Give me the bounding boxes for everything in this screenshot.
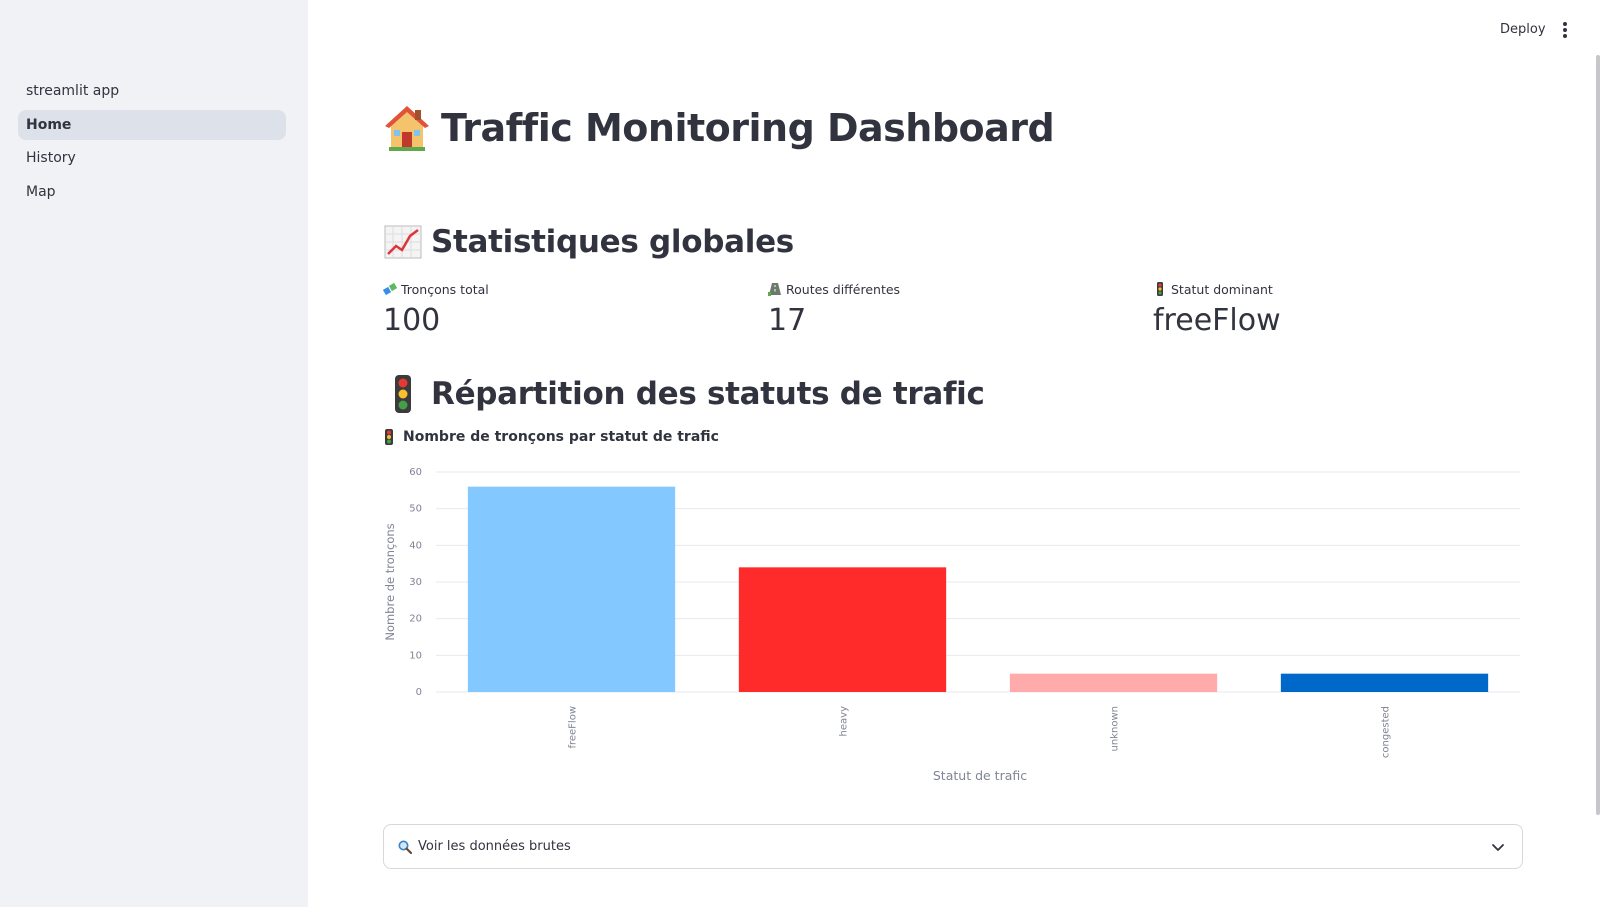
y-axis-label: Nombre de tronçons (383, 523, 397, 640)
metric-troncons-total: Tronçons total 100 (383, 281, 489, 338)
house-emoji-icon (385, 106, 429, 151)
metric-routes-differentes: Routes différentes 17 (768, 281, 900, 338)
y-tick-label: 10 (409, 650, 422, 661)
traffic-light-icon (395, 375, 411, 413)
deploy-button[interactable]: Deploy (1500, 22, 1546, 37)
chart-subtitle-row: Nombre de tronçons par statut de trafic (383, 429, 719, 445)
sidebar: streamlit app Home History Map (0, 0, 308, 907)
bar-unknown[interactable] (1009, 673, 1218, 692)
raw-data-expander[interactable]: Voir les données brutes (383, 824, 1523, 869)
sidebar-item-map[interactable]: Map (18, 177, 286, 207)
y-tick-label: 0 (416, 687, 422, 698)
stats-heading-row: Statistiques globales (383, 222, 794, 262)
expander-label: Voir les données brutes (418, 839, 571, 854)
metric-statut-dominant: Statut dominant freeFlow (1153, 281, 1281, 339)
x-tick-label: freeFlow (568, 706, 579, 749)
x-tick-label: congested (1381, 706, 1392, 758)
y-tick-label: 40 (409, 540, 422, 551)
y-tick-label: 50 (409, 504, 422, 515)
distribution-heading: Répartition des statuts de trafic (431, 376, 985, 412)
metric-label: Statut dominant (1171, 281, 1273, 297)
x-tick-label: heavy (839, 706, 850, 737)
x-axis-label: Statut de trafic (933, 768, 1027, 783)
sidebar-item-home[interactable]: Home (18, 109, 286, 140)
sidebar-item-history[interactable]: History (18, 143, 286, 173)
bar-freeFlow[interactable] (467, 486, 676, 692)
distribution-heading-row: Répartition des statuts de trafic (383, 374, 985, 414)
page-title-row: Traffic Monitoring Dashboard (383, 104, 1055, 152)
chart-subtitle: Nombre de tronçons par statut de trafic (403, 429, 719, 445)
metric-value: 100 (383, 303, 441, 338)
y-tick-label: 60 (409, 467, 422, 478)
sidebar-nav: streamlit app Home History Map (18, 76, 286, 210)
traffic-light-icon (1157, 282, 1163, 296)
scrollbar[interactable] (1596, 55, 1600, 815)
kebab-menu-icon[interactable] (1561, 22, 1569, 40)
magnifier-icon (398, 840, 412, 854)
bar-heavy[interactable] (738, 567, 947, 692)
route-segments-icon (383, 282, 397, 296)
y-tick-label: 30 (409, 577, 422, 588)
sidebar-item-streamlit-app[interactable]: streamlit app (18, 76, 286, 106)
road-icon (768, 283, 781, 296)
page-title: Traffic Monitoring Dashboard (441, 106, 1055, 150)
chevron-down-icon[interactable] (1490, 839, 1506, 855)
bar-congested[interactable] (1280, 673, 1489, 692)
x-tick-label: unknown (1110, 706, 1121, 751)
metric-label: Tronçons total (401, 281, 489, 297)
y-tick-label: 20 (409, 614, 422, 625)
traffic-light-icon (385, 429, 393, 445)
metric-label: Routes différentes (786, 281, 901, 297)
metric-value: 17 (768, 303, 807, 338)
chart-increasing-icon (384, 225, 422, 259)
metric-value: freeFlow (1153, 303, 1281, 338)
stats-heading: Statistiques globales (431, 224, 794, 260)
bar-chart: 0 10 20 30 40 50 60 freeFlow heavy unknown conges… (383, 467, 1520, 783)
